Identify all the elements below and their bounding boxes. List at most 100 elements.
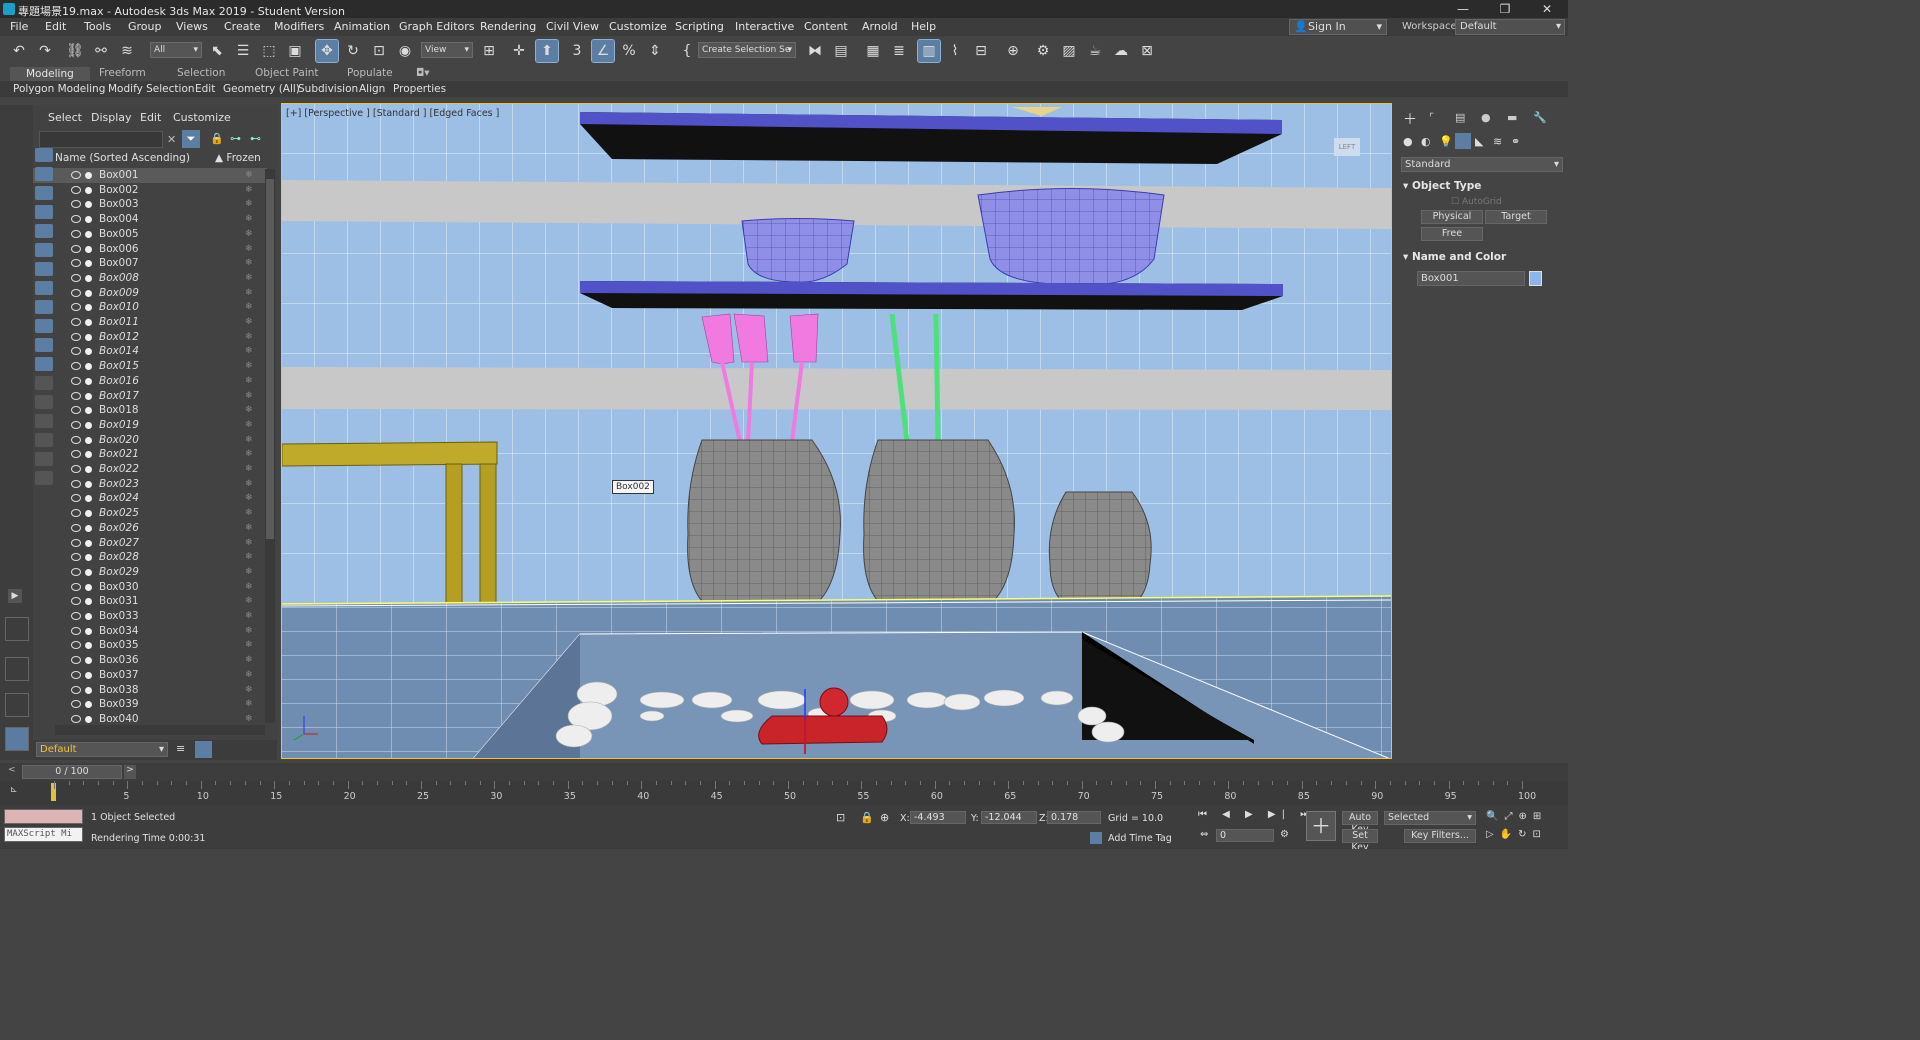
render-dot-icon[interactable] [85,289,92,297]
menu-group[interactable]: Group [128,20,162,33]
key-mode-select[interactable]: Selected ▾ [1384,811,1476,825]
category-select[interactable]: Standard ▾ [1401,157,1563,172]
visibility-eye-icon[interactable] [71,626,81,635]
render-dot-icon[interactable] [85,451,92,459]
menu-civil-view[interactable]: Civil View [546,20,599,33]
freeze-snowflake-icon[interactable]: ❄ [245,271,253,286]
visibility-eye-icon[interactable] [71,215,81,224]
freeze-snowflake-icon[interactable]: ❄ [245,638,253,653]
freeze-snowflake-icon[interactable]: ❄ [245,183,253,198]
freeze-snowflake-icon[interactable]: ❄ [245,653,253,668]
table-row[interactable]: Box008 ❄ [33,271,267,286]
selection-filter-select[interactable]: All ▾ [150,42,202,58]
table-row[interactable]: Box020 ❄ [33,433,267,448]
name-and-color-rollout[interactable]: ▾ Name and Color [1403,251,1506,263]
explorer-vscroll[interactable] [265,169,275,723]
render-dot-icon[interactable] [85,524,92,532]
render-dot-icon[interactable] [85,216,92,224]
visibility-eye-icon[interactable] [71,332,81,341]
set-key-icon[interactable]: ＋ [1306,811,1336,841]
render-dot-icon[interactable] [85,701,92,709]
layer-explorer-icon[interactable]: ≣ [888,40,910,62]
select-by-name-icon[interactable]: ☰ [232,40,254,62]
find-icon[interactable] [35,433,53,447]
freeze-snowflake-icon[interactable]: ❄ [245,212,253,227]
freeze-snowflake-icon[interactable]: ❄ [245,330,253,345]
current-frame-input[interactable]: 0 [1216,829,1274,842]
absolute-mode-icon[interactable]: ⊕ [880,811,889,824]
visibility-eye-icon[interactable] [71,229,81,238]
display-shapes-icon[interactable] [35,167,53,181]
close-button[interactable]: ✕ [1526,0,1568,18]
menu-graph-editors[interactable]: Graph Editors [399,20,475,33]
free-button[interactable]: Free [1421,227,1483,241]
freeze-snowflake-icon[interactable]: ❄ [245,668,253,683]
time-right-arrow-icon[interactable]: > [124,765,136,779]
visibility-eye-icon[interactable] [71,523,81,532]
redo-icon[interactable]: ↷ [34,40,56,62]
freeze-snowflake-icon[interactable]: ❄ [245,624,253,639]
menu-scripting[interactable]: Scripting [675,20,724,33]
table-row[interactable]: Box015 ❄ [33,359,267,374]
ref-coord-select[interactable]: View ▾ [421,42,473,58]
object-type-rollout[interactable]: ▾ Object Type [1403,180,1481,192]
schematic-view-icon[interactable]: ⊟ [970,40,992,62]
minimize-button[interactable]: — [1442,0,1484,18]
display-geometry-icon[interactable] [35,148,53,162]
render-dot-icon[interactable] [85,539,92,547]
edit-named-sets-icon[interactable]: { [676,40,698,62]
visibility-eye-icon[interactable] [71,200,81,209]
freeze-snowflake-icon[interactable]: ❄ [245,344,253,359]
display-containers-icon[interactable] [35,319,53,333]
table-row[interactable]: Box038 ❄ [33,683,267,698]
menu-create[interactable]: Create [224,20,261,33]
table-row[interactable]: Box035 ❄ [33,638,267,653]
visibility-eye-icon[interactable] [71,273,81,282]
render-dot-icon[interactable] [85,363,92,371]
visibility-eye-icon[interactable] [71,612,81,620]
visibility-eye-icon[interactable] [71,538,81,547]
render-dot-icon[interactable] [85,348,92,356]
render-dot-icon[interactable] [85,421,92,429]
object-color-swatch[interactable] [1529,271,1542,286]
time-config-icon[interactable]: ⚙ [1280,829,1289,840]
column-frozen[interactable]: ▲ Frozen [215,152,261,164]
freeze-snowflake-icon[interactable]: ❄ [245,418,253,433]
display-groups-icon[interactable] [35,262,53,276]
freeze-snowflake-icon[interactable]: ❄ [245,536,253,551]
systems-icon[interactable]: ⚭ [1511,135,1520,148]
menu-animation[interactable]: Animation [334,20,390,33]
freeze-snowflake-icon[interactable]: ❄ [245,197,253,212]
render-production-icon[interactable]: ☕ [1084,40,1106,62]
table-row[interactable]: Box039 ❄ [33,697,267,712]
spinner-snap-icon[interactable]: ⇕ [644,40,666,62]
table-row[interactable]: Box007 ❄ [33,256,267,271]
render-dot-icon[interactable] [85,172,92,179]
display-all-icon[interactable] [35,376,53,390]
table-row[interactable]: Box022 ❄ [33,462,267,477]
visibility-eye-icon[interactable] [71,685,81,694]
freeze-snowflake-icon[interactable]: ❄ [245,580,253,595]
time-slider[interactable]: 0 / 100 [22,765,122,779]
render-dot-icon[interactable] [85,686,92,694]
visibility-eye-icon[interactable] [71,362,81,371]
freeze-snowflake-icon[interactable]: ❄ [245,565,253,580]
table-row[interactable]: Box021 ❄ [33,447,267,462]
panel-subdivision[interactable]: Subdivision [298,83,358,95]
render-dot-icon[interactable] [85,186,92,194]
visibility-eye-icon[interactable] [71,567,81,576]
layout-icon-2[interactable] [5,657,29,681]
freeze-snowflake-icon[interactable]: ❄ [245,403,253,418]
render-dot-icon[interactable] [85,333,92,341]
visibility-eye-icon[interactable] [71,288,81,297]
selection-set-select[interactable]: Create Selection Se ▾ [698,42,796,58]
panel-properties[interactable]: Properties [393,83,446,95]
layers-icon[interactable]: ⊷ [250,132,261,145]
freeze-snowflake-icon[interactable]: ❄ [245,256,253,271]
helpers-icon[interactable]: ◣ [1475,135,1483,148]
display-none-icon[interactable] [35,395,53,409]
add-time-tag[interactable]: Add Time Tag [1108,833,1172,844]
visibility-eye-icon[interactable] [71,347,81,356]
menu-file[interactable]: File [10,20,28,33]
visibility-eye-icon[interactable] [71,435,81,444]
